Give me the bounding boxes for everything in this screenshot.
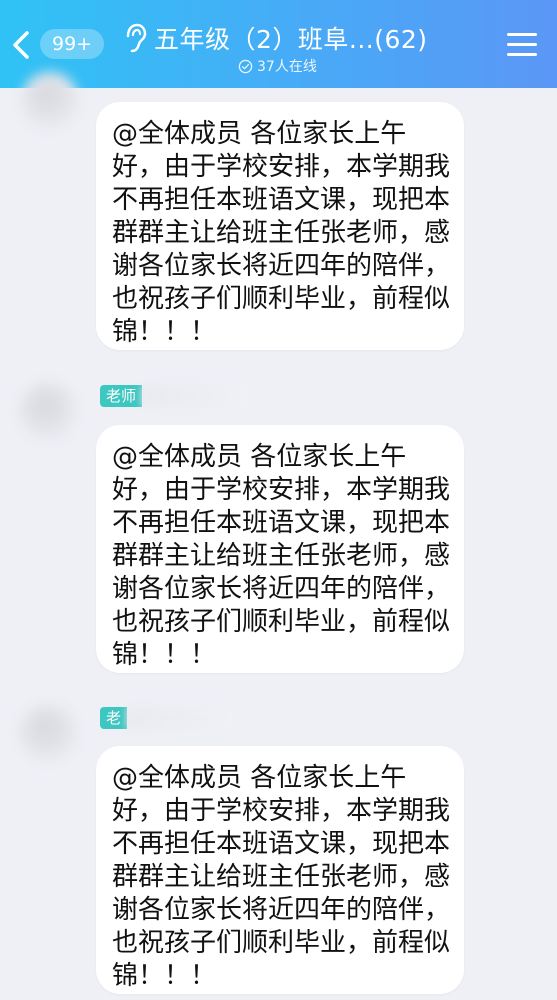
message-bubble[interactable]: @全体成员 各位家长上午好，由于学校安排，本学期我不再担任本班语文课，现把本群群… <box>96 425 464 673</box>
avatar[interactable] <box>22 72 78 128</box>
sender-row: 老 <box>100 705 238 731</box>
sender-row: 老师 <box>100 383 253 409</box>
sender-name <box>142 385 253 407</box>
unread-badge[interactable]: 99+ <box>40 29 105 59</box>
chevron-left-icon <box>13 31 29 59</box>
chat-title: 五年级（2）班阜...(62) <box>154 25 428 54</box>
message-text: @全体成员 各位家长上午好，由于学校安排，本学期我不再担任本班语文课，现把本群群… <box>112 442 451 670</box>
message-text: @全体成员 各位家长上午好，由于学校安排，本学期我不再担任本班语文课，现把本群群… <box>112 119 451 347</box>
menu-button[interactable] <box>505 30 539 60</box>
chat-title-row[interactable]: 五年级（2）班阜...(62) <box>120 20 450 56</box>
online-status: 37人在线 <box>238 56 317 76</box>
avatar[interactable] <box>20 383 76 439</box>
avatar[interactable] <box>20 705 76 761</box>
chat-header: 99+ 五年级（2）班阜...(62) 37人在线 <box>0 0 557 88</box>
role-tag: 老 <box>100 707 128 729</box>
ear-icon <box>126 23 147 53</box>
sender-name <box>127 707 238 729</box>
menu-icon <box>507 33 537 56</box>
role-tag: 老师 <box>100 385 143 407</box>
message-bubble[interactable]: @全体成员 各位家长上午好，由于学校安排，本学期我不再担任本班语文课，现把本群群… <box>96 102 464 350</box>
check-circle-icon <box>238 59 253 73</box>
message-text: @全体成员 各位家长上午好，由于学校安排，本学期我不再担任本班语文课，现把本群群… <box>112 763 451 991</box>
online-count: 37人在线 <box>257 59 317 75</box>
message-bubble[interactable]: @全体成员 各位家长上午好，由于学校安排，本学期我不再担任本班语文课，现把本群群… <box>96 746 464 994</box>
